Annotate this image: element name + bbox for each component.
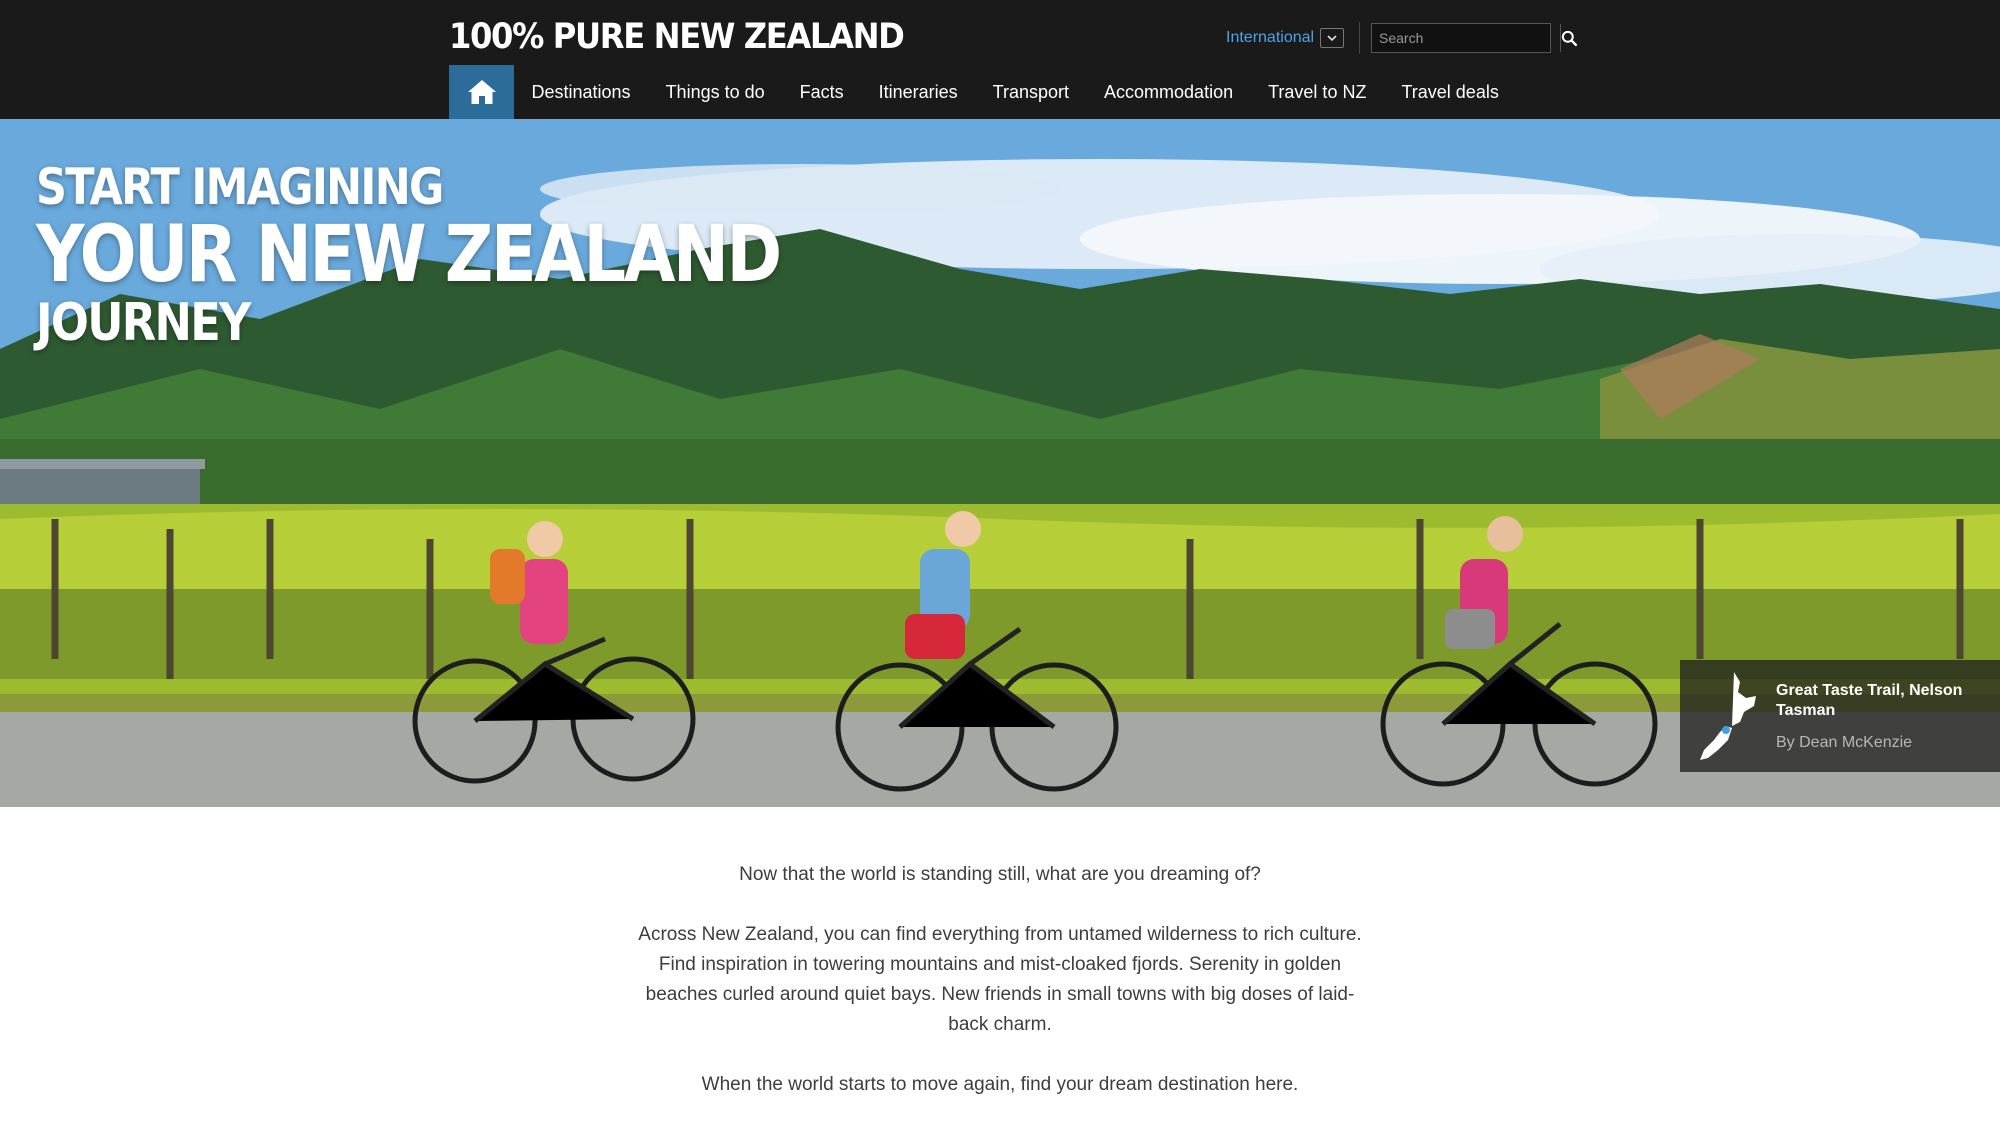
intro-copy: Now that the world is standing still, wh…	[630, 860, 1370, 1126]
nz-map-icon	[1680, 660, 1776, 772]
hero-banner: START IMAGINING YOUR NEW ZEALAND JOURNEY…	[0, 119, 2000, 807]
intro-paragraph: When the world starts to move again, fin…	[701, 1074, 1299, 1095]
nav-item-travel-to-nz[interactable]: Travel to NZ	[1251, 65, 1384, 119]
main-nav: Destinations Things to do Facts Itinerar…	[449, 65, 1516, 119]
site-logo[interactable]: 100% PURE NEW ZEALAND	[449, 16, 905, 58]
hero-line-3: JOURNEY	[36, 293, 251, 353]
nav-item-destinations[interactable]: Destinations	[514, 65, 648, 119]
intro-paragraph: Now that the world is standing still, wh…	[739, 864, 1261, 885]
home-icon	[467, 80, 496, 104]
nav-item-travel-deals[interactable]: Travel deals	[1384, 65, 1516, 119]
hero-headline: START IMAGINING YOUR NEW ZEALAND JOURNEY	[36, 159, 901, 351]
nav-item-accommodation[interactable]: Accommodation	[1087, 65, 1251, 119]
search-input[interactable]	[1372, 24, 1560, 52]
search-icon	[1561, 30, 1578, 46]
nav-item-itineraries[interactable]: Itineraries	[861, 65, 975, 119]
photo-caption[interactable]: Great Taste Trail, Nelson Tasman By Dean…	[1680, 660, 2000, 772]
caption-title: Great Taste Trail, Nelson Tasman	[1776, 682, 1963, 719]
region-selector[interactable]: International	[1226, 26, 1345, 50]
nav-item-transport[interactable]: Transport	[975, 65, 1086, 119]
nav-item-facts[interactable]: Facts	[782, 65, 861, 119]
search-box	[1371, 23, 1578, 53]
header-divider	[1359, 22, 1360, 54]
hero-line-1: START IMAGINING	[36, 158, 444, 216]
region-label[interactable]: International	[1226, 29, 1314, 47]
intro-paragraph: Across New Zealand, you can find everyth…	[638, 924, 1362, 1035]
nav-item-things-to-do[interactable]: Things to do	[648, 65, 782, 119]
hero-line-2: YOUR NEW ZEALAND	[36, 210, 782, 300]
search-button[interactable]	[1560, 24, 1578, 52]
nav-home-button[interactable]	[449, 65, 514, 119]
chevron-down-icon[interactable]	[1320, 28, 1345, 48]
site-header: 100% PURE NEW ZEALAND International Dest…	[0, 0, 2000, 119]
caption-credit: By Dean McKenzie	[1776, 734, 1913, 751]
